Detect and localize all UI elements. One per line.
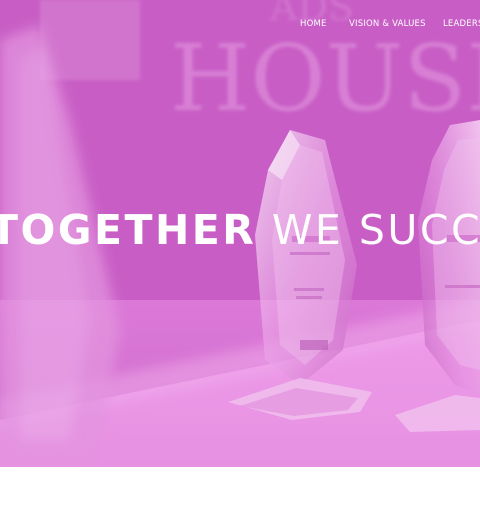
headline-bold-text: TOGETHER (0, 206, 257, 254)
hero-banner: HOUSING ADS (0, 0, 480, 467)
page-content-area (0, 467, 480, 506)
nav-link-leaders[interactable]: LEADERS (443, 19, 480, 29)
nav-link-vision-values[interactable]: VISION & VALUES (349, 19, 426, 29)
hero-headline: TOGETHER WE SUCCEED (0, 205, 480, 255)
headline-light-text: WE SUCCEED (271, 206, 480, 254)
nav-link-home[interactable]: HOME (300, 19, 327, 29)
top-navigation: HOME VISION & VALUES LEADERS (0, 19, 480, 33)
